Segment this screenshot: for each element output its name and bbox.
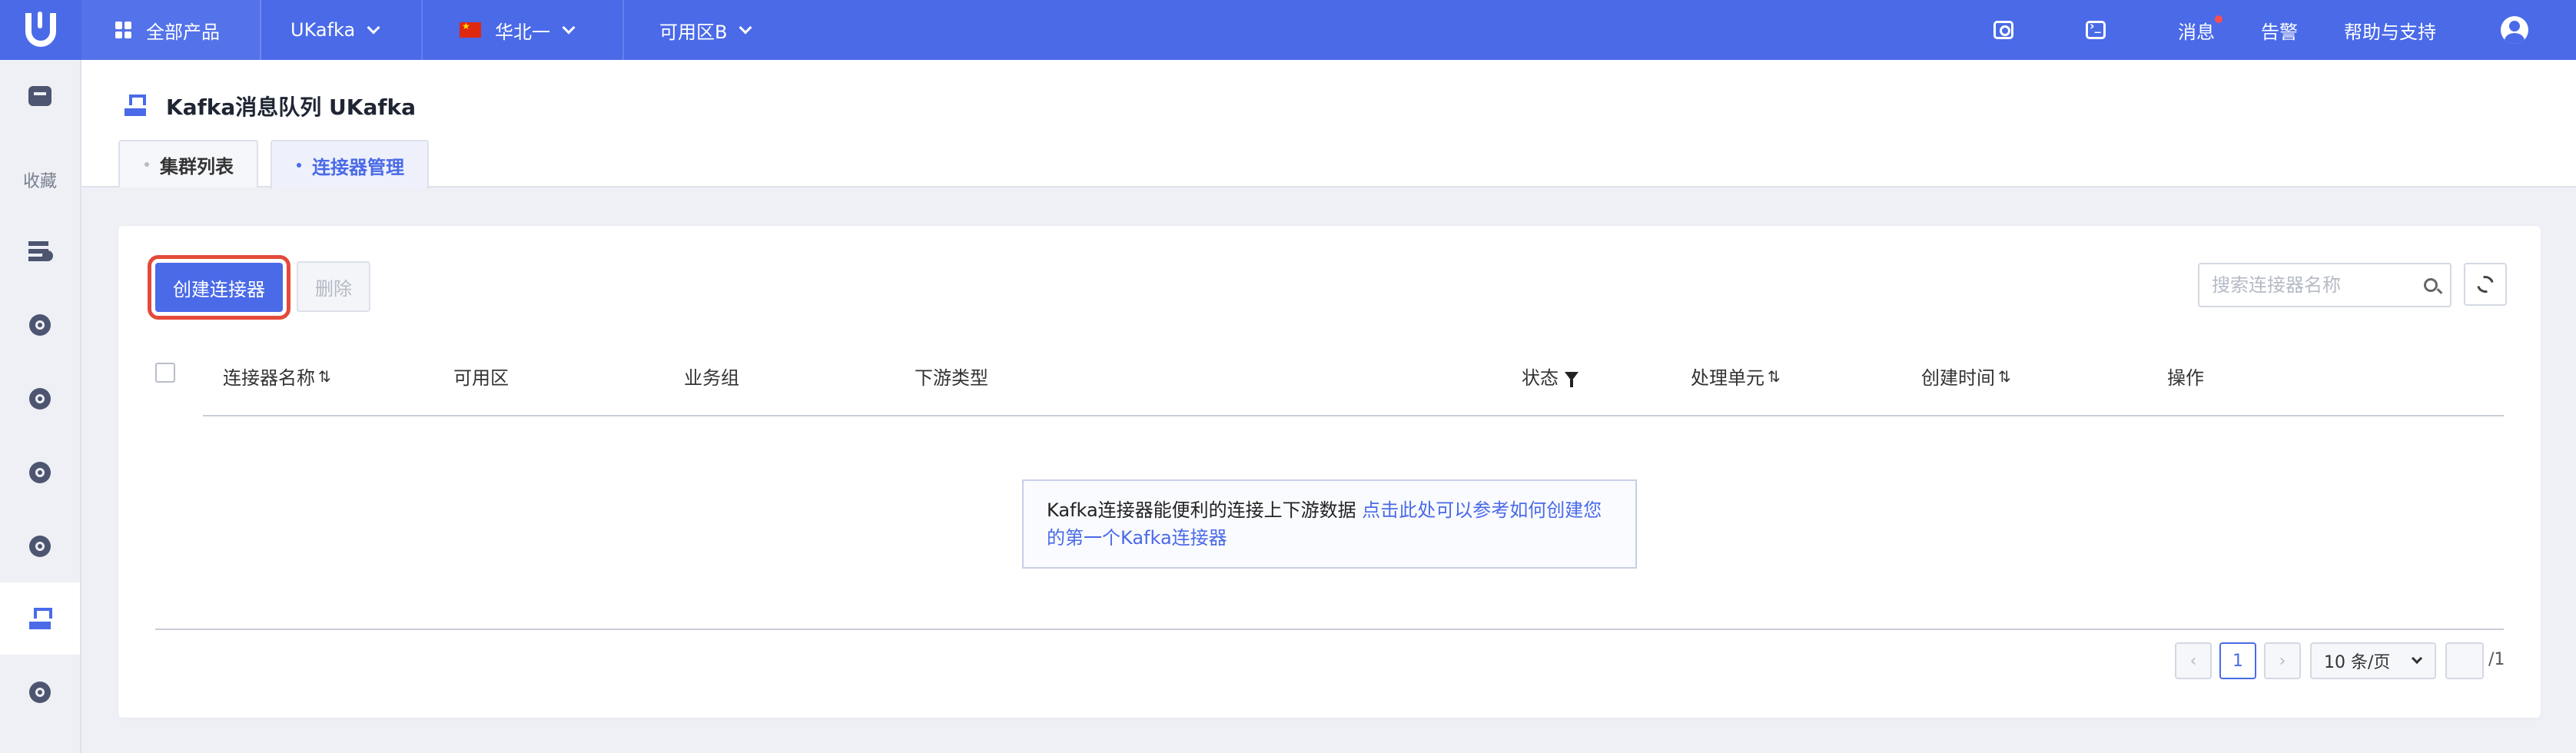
- column-label: 连接器名称: [223, 367, 315, 389]
- region-label: 华北一: [495, 21, 550, 43]
- column-header-business-group: 业务组: [684, 367, 739, 389]
- next-page-button[interactable]: ›: [2264, 642, 2301, 679]
- search-box: [2198, 263, 2452, 307]
- list-circle-icon: [29, 682, 51, 703]
- ukafka-icon: [124, 95, 146, 118]
- table-footer-divider: [155, 629, 2504, 630]
- user-avatar-icon[interactable]: [2501, 16, 2528, 44]
- header-divider: [203, 415, 2504, 416]
- sidebar-item-console[interactable]: [0, 66, 80, 126]
- sidebar-item-security[interactable]: [0, 510, 80, 582]
- china-flag-icon: [460, 21, 481, 38]
- column-label: 创建时间: [1921, 367, 1995, 389]
- sort-icon[interactable]: ⇅: [1768, 367, 1781, 386]
- select-all-checkbox[interactable]: [155, 363, 175, 383]
- sidebar-item-ukafka[interactable]: [0, 582, 80, 655]
- sidebar-favorites-label: 收藏: [22, 172, 57, 191]
- filter-icon[interactable]: [1565, 371, 1578, 387]
- column-header-zone: 可用区: [453, 367, 509, 389]
- top-nav: 全部产品 UKafka 华北一 可用区B 消息 告警 帮助与支持: [0, 0, 2576, 60]
- refresh-icon: [2473, 272, 2498, 297]
- sidebar-item-more[interactable]: [0, 656, 80, 728]
- page-size-select[interactable]: 10 条/页: [2310, 642, 2436, 679]
- page-jump-input[interactable]: [2445, 642, 2484, 679]
- messages-label: 消息: [2178, 21, 2215, 43]
- total-pages: /1: [2488, 650, 2505, 669]
- column-header-downstream-type: 下游类型: [915, 367, 988, 389]
- drive-icon: [29, 314, 51, 336]
- unread-dot: [2215, 15, 2222, 23]
- grid-icon: [115, 22, 132, 38]
- column-header-actions: 操作: [2167, 367, 2204, 389]
- empty-state-text: Kafka连接器能便利的连接上下游数据: [1047, 499, 1363, 521]
- tab-label: 集群列表: [160, 155, 234, 177]
- delete-button[interactable]: 删除: [297, 261, 370, 312]
- monitor-icon: [28, 86, 51, 106]
- content-card: 创建连接器 删除 连接器名称⇅ 可用区 业务组 下游类型 状态 处理单元⇅ 创建…: [118, 226, 2541, 718]
- sidebar: 收藏: [0, 60, 81, 753]
- ukafka-icon: [28, 606, 52, 631]
- prev-page-button[interactable]: ‹: [2175, 642, 2212, 679]
- chevron-down-icon: [2412, 652, 2423, 665]
- all-products-menu[interactable]: 全部产品: [81, 0, 261, 60]
- tab-label: 连接器管理: [312, 156, 404, 178]
- column-header-name[interactable]: 连接器名称 ⇅: [223, 363, 331, 390]
- refresh-button[interactable]: [2464, 263, 2507, 306]
- search-icon[interactable]: [1993, 21, 2013, 39]
- network-icon: [29, 388, 51, 410]
- chevron-down-icon: [562, 21, 576, 35]
- column-header-status[interactable]: 状态: [1522, 363, 1578, 390]
- zone-selector[interactable]: 可用区B: [624, 0, 785, 60]
- tab-dot: [144, 162, 149, 167]
- tab-cluster-list[interactable]: 集群列表: [118, 140, 258, 187]
- column-label: 处理单元: [1691, 367, 1764, 389]
- title-row: Kafka消息队列 UKafka: [124, 91, 416, 121]
- page-header: Kafka消息队列 UKafka 集群列表 连接器管理: [81, 60, 2576, 189]
- nav-right-tools: 消息 告警 帮助与支持: [1993, 0, 2576, 60]
- chevron-down-icon: [367, 21, 380, 35]
- terminal-icon[interactable]: [2086, 18, 2106, 39]
- shield-icon: [29, 536, 51, 557]
- column-label: 状态: [1522, 367, 1559, 389]
- table-header: 连接器名称 ⇅ 可用区 业务组 下游类型 状态 处理单元 ⇅ 创建时间 ⇅ 操作: [155, 341, 2504, 400]
- ucloud-logo[interactable]: [0, 0, 81, 60]
- transfer-icon: [29, 462, 51, 483]
- product-selector[interactable]: UKafka: [261, 0, 423, 60]
- chevron-down-icon: [739, 21, 752, 35]
- all-products-label: 全部产品: [146, 21, 220, 43]
- sidebar-item-network[interactable]: [0, 363, 80, 435]
- sidebar-item-storage[interactable]: [0, 289, 80, 361]
- region-selector[interactable]: 华北一: [423, 0, 624, 60]
- zone-label: 可用区B: [659, 21, 728, 43]
- tab-dot: [297, 163, 301, 168]
- tab-bar: 集群列表 连接器管理: [118, 140, 429, 189]
- messages-link[interactable]: 消息: [2178, 15, 2222, 44]
- sidebar-item-database[interactable]: [0, 215, 80, 287]
- column-header-created-time[interactable]: 创建时间 ⇅: [1921, 363, 2011, 390]
- page-number-button[interactable]: 1: [2219, 642, 2256, 679]
- database-icon: [27, 240, 53, 263]
- sort-icon[interactable]: ⇅: [318, 367, 331, 386]
- empty-state-box: Kafka连接器能便利的连接上下游数据 点击此处可以参考如何创建您的第一个Kaf…: [1022, 479, 1637, 569]
- create-connector-button[interactable]: 创建连接器: [148, 255, 290, 320]
- alerts-link[interactable]: 告警: [2261, 17, 2298, 44]
- sidebar-item-transfer[interactable]: [0, 436, 80, 509]
- search-icon[interactable]: [2424, 278, 2438, 292]
- page-title: Kafka消息队列 UKafka: [166, 95, 417, 120]
- help-link[interactable]: 帮助与支持: [2344, 17, 2436, 44]
- search-input[interactable]: [2212, 274, 2412, 296]
- product-label: UKafka: [290, 19, 356, 41]
- page-size-label: 10 条/页: [2324, 653, 2391, 672]
- column-header-processing-units[interactable]: 处理单元 ⇅: [1691, 363, 1781, 390]
- sort-icon[interactable]: ⇅: [1998, 367, 2011, 386]
- tab-connector-management[interactable]: 连接器管理: [271, 140, 429, 189]
